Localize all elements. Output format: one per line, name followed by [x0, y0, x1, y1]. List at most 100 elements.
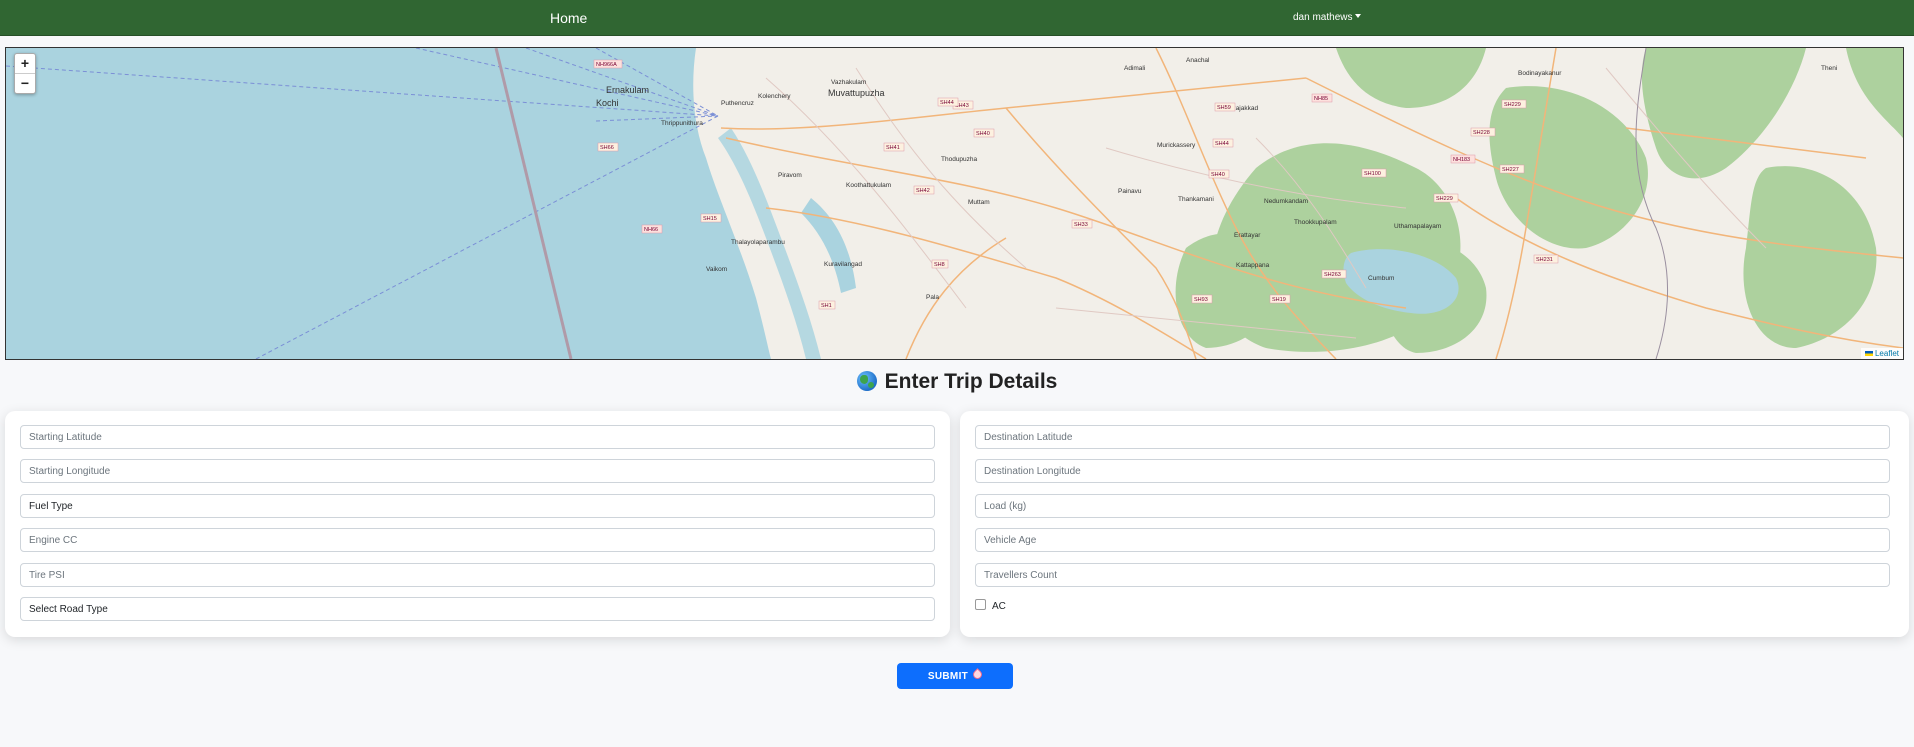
page-title-text: Enter Trip Details [884, 370, 1058, 393]
svg-text:NH966A: NH966A [596, 62, 617, 68]
road-shield: SH227 [1499, 164, 1525, 174]
map-place-label: Ernakulam [606, 85, 649, 95]
svg-text:NH85: NH85 [1314, 96, 1328, 102]
map-place-label: Thrippunithura [661, 120, 703, 127]
road-shield: NH966A [593, 59, 623, 69]
svg-text:SH19: SH19 [1272, 297, 1286, 303]
svg-text:NH66: NH66 [644, 227, 658, 233]
svg-text:SH40: SH40 [1211, 172, 1225, 178]
svg-text:SH41: SH41 [886, 145, 900, 151]
ac-checkbox-row[interactable]: AC [975, 599, 1006, 612]
tire-psi-input[interactable] [20, 563, 935, 587]
map-place-label: Muvattupuzha [828, 88, 885, 98]
map-place-label: Muttam [968, 199, 990, 206]
road-type-select[interactable]: Select Road Type [20, 597, 935, 621]
load-kg-input[interactable] [975, 494, 1890, 518]
sea-area [6, 48, 771, 359]
road-shield: SH263 [1321, 269, 1347, 279]
road-shield: NH66 [641, 224, 663, 234]
globe-icon [856, 371, 877, 391]
road-shield: SH44 [1212, 138, 1234, 148]
user-dropdown[interactable]: dan mathews [1293, 12, 1362, 23]
road-shield: SH229 [1433, 193, 1459, 203]
trip-form-right-card: AC [960, 411, 1909, 637]
map-place-label: Nedumkandam [1264, 198, 1308, 205]
submit-button[interactable]: SUBMIT [897, 663, 1013, 689]
svg-text:NH183: NH183 [1453, 157, 1470, 163]
road-shield: SH228 [1470, 127, 1496, 137]
leaflet-flag-icon [1864, 351, 1873, 356]
starting-longitude-input[interactable] [20, 459, 935, 483]
road-shield: SH33 [1071, 219, 1093, 229]
map-place-label: Kochi [596, 98, 619, 108]
map-place-label: Thookkupalam [1294, 219, 1337, 226]
ac-checkbox[interactable] [975, 599, 986, 610]
caret-down-icon [1355, 14, 1362, 18]
map-place-label: Pala [926, 294, 939, 301]
submit-label: SUBMIT [927, 671, 969, 682]
svg-text:SH1: SH1 [821, 303, 832, 309]
fuel-type-select[interactable]: Fuel Type [20, 494, 935, 518]
user-name: dan mathews [1293, 12, 1353, 23]
trip-form-left-card: Fuel Type Select Road Type [5, 411, 950, 637]
road-shield: SH40 [973, 128, 995, 138]
svg-text:SH66: SH66 [600, 145, 614, 151]
nav-home-link[interactable]: Home [550, 10, 587, 26]
map-place-label: Vaikom [706, 266, 727, 273]
svg-text:SH227: SH227 [1502, 167, 1519, 173]
svg-text:SH93: SH93 [1194, 297, 1208, 303]
svg-text:SH44: SH44 [940, 100, 954, 106]
road-shield: SH44 [937, 97, 959, 107]
svg-text:SH229: SH229 [1504, 102, 1521, 108]
road-shield: SH40 [1208, 169, 1230, 179]
map-place-label: Piravom [778, 172, 802, 179]
starting-latitude-input[interactable] [20, 425, 935, 449]
map-place-label: Theni [1821, 65, 1837, 72]
navbar: Home dan mathews [0, 0, 1914, 36]
engine-cc-input[interactable] [20, 528, 935, 552]
map-place-label: Kattappana [1236, 262, 1270, 269]
svg-text:SH228: SH228 [1473, 130, 1490, 136]
map-place-label: Thankamani [1178, 196, 1214, 203]
road-shield: SH59 [1214, 102, 1236, 112]
svg-text:SH231: SH231 [1536, 257, 1553, 263]
svg-text:SH100: SH100 [1364, 171, 1381, 177]
svg-text:SH59: SH59 [1217, 105, 1231, 111]
map-view[interactable]: Ernakulam Kochi Muvattupuzha Puthencruz Kole… [5, 47, 1904, 360]
road-shield: SH66 [597, 142, 619, 152]
rocket-icon [971, 668, 984, 681]
road-shield: SH93 [1191, 294, 1213, 304]
attribution-link[interactable]: Leaflet [1875, 349, 1899, 358]
map-place-label: Thodupuzha [941, 156, 978, 163]
zoom-control: + − [14, 53, 36, 94]
map-place-label: Bodinayakanur [1518, 70, 1562, 77]
map-place-label: Kuravilangad [824, 261, 862, 268]
svg-text:SH8: SH8 [934, 262, 945, 268]
map-place-label: Kolenchery [758, 93, 791, 100]
road-shield: SH15 [700, 213, 722, 223]
road-shield: SH41 [883, 142, 905, 152]
road-shield: NH85 [1311, 93, 1333, 103]
svg-text:SH33: SH33 [1074, 222, 1088, 228]
vehicle-age-input[interactable] [975, 528, 1890, 552]
road-shield: SH19 [1269, 294, 1291, 304]
map-place-label: Puthencruz [721, 100, 754, 107]
svg-text:SH42: SH42 [916, 188, 930, 194]
zoom-out-button[interactable]: − [15, 73, 35, 93]
zoom-in-button[interactable]: + [15, 54, 35, 73]
ac-label: AC [992, 601, 1006, 612]
road-shield: SH100 [1361, 168, 1387, 178]
map-place-label: Erattayar [1234, 232, 1261, 239]
map-place-label: Thalayolaparambu [731, 239, 785, 246]
map-tiles: Ernakulam Kochi Muvattupuzha Puthencruz Kole… [6, 48, 1903, 359]
road-shield: SH229 [1501, 99, 1527, 109]
map-place-label: Koothattukulam [846, 182, 891, 189]
destination-latitude-input[interactable] [975, 425, 1890, 449]
destination-longitude-input[interactable] [975, 459, 1890, 483]
road-shield: SH1 [818, 300, 836, 310]
svg-text:SH229: SH229 [1436, 196, 1453, 202]
travellers-count-input[interactable] [975, 563, 1890, 587]
svg-text:SH15: SH15 [703, 216, 717, 222]
map-place-label: Murickassery [1157, 142, 1196, 149]
map-attribution[interactable]: Leaflet [1860, 348, 1903, 359]
